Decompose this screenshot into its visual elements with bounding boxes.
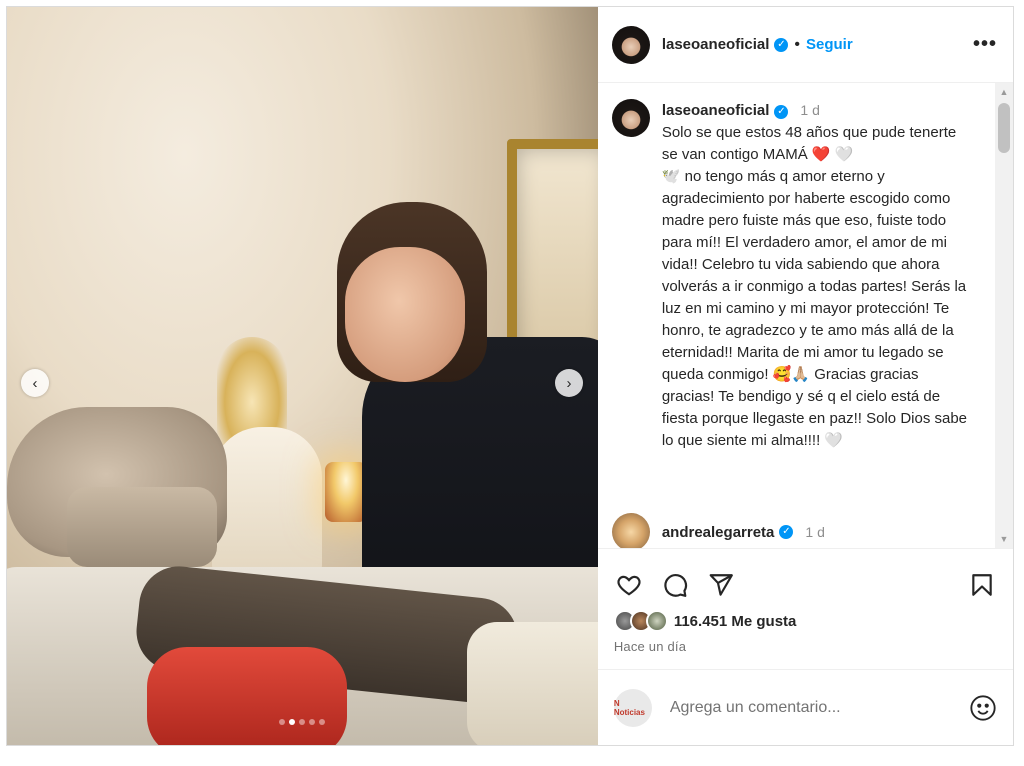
comments-scrollbar[interactable]: ▲ ▼ bbox=[995, 83, 1013, 548]
comment-icon bbox=[664, 574, 687, 597]
action-bar bbox=[598, 549, 1013, 609]
caption-text-part2: 🕊️ no tengo más q amor eterno y agradeci… bbox=[661, 168, 968, 449]
photo-neck-brace bbox=[67, 487, 217, 567]
verified-icon: ✓ bbox=[774, 37, 789, 52]
caption: laseoaneoficial ✓ 1 d Solo se que estos 48… bbox=[598, 83, 1013, 452]
emoji-icon[interactable] bbox=[969, 694, 997, 722]
post-header: laseoaneoficial ✓ • Seguir ••• bbox=[597, 7, 1013, 83]
carousel-dot bbox=[319, 719, 326, 725]
more-options-icon[interactable]: ••• bbox=[973, 33, 997, 56]
white-heart-emoji: 🤍 bbox=[830, 146, 854, 163]
comment-input[interactable] bbox=[669, 698, 940, 717]
verified-icon: ✓ bbox=[779, 525, 794, 539]
red-heart-emoji: ❤️ bbox=[811, 146, 831, 163]
heart-icon bbox=[617, 575, 641, 596]
add-comment-bar: N Noticias bbox=[597, 669, 1013, 745]
likes-count[interactable]: 116.451 Me gusta bbox=[674, 613, 797, 630]
verified-icon: ✓ bbox=[774, 105, 789, 119]
like-button[interactable] bbox=[614, 570, 644, 600]
comment-item: andrealegarreta ✓ 1 d bbox=[598, 513, 853, 548]
caption-timestamp[interactable]: 1 d bbox=[800, 102, 819, 118]
save-button[interactable] bbox=[967, 570, 997, 600]
post-modal: ‹ › laseoaneoficial ✓ • Seguir ••• laseo… bbox=[6, 6, 1014, 746]
photo-red-pillow bbox=[147, 647, 347, 745]
current-user-avatar: N Noticias bbox=[613, 688, 652, 727]
comments-section[interactable]: laseoaneoficial ✓ 1 d Solo se que estos 48… bbox=[597, 83, 1013, 549]
carousel-dot bbox=[309, 719, 316, 725]
comment-button[interactable] bbox=[660, 570, 690, 600]
scroll-down-arrow[interactable]: ▼ bbox=[995, 530, 1013, 548]
scroll-up-arrow[interactable]: ▲ bbox=[995, 83, 1013, 101]
carousel-dot bbox=[299, 719, 306, 725]
likes-row: 116.451 Me gusta bbox=[598, 609, 1013, 633]
photo-candle bbox=[325, 462, 367, 522]
photo-statue bbox=[212, 427, 322, 577]
carousel-indicator bbox=[7, 719, 598, 725]
carousel-prev-button[interactable]: ‹ bbox=[21, 369, 49, 397]
caption-text: Solo se que estos 48 años que pude tener… bbox=[662, 122, 972, 452]
commenter-username[interactable]: andrealegarreta bbox=[662, 524, 775, 541]
follow-button[interactable]: Seguir bbox=[806, 36, 853, 53]
liker-avatar[interactable] bbox=[645, 610, 668, 632]
bookmark-icon bbox=[972, 574, 992, 596]
post-photo[interactable]: ‹ › bbox=[7, 7, 598, 745]
author-username[interactable]: laseoaneoficial bbox=[662, 36, 770, 53]
commenter-avatar[interactable] bbox=[611, 513, 650, 548]
post-date[interactable]: Hace un día bbox=[598, 633, 1013, 654]
post-sidebar: laseoaneoficial ✓ • Seguir ••• laseoaneo… bbox=[597, 7, 1013, 745]
comment-timestamp[interactable]: 1 d bbox=[805, 524, 824, 540]
caption-text-part1: Solo se que estos 48 años que pude tener… bbox=[661, 124, 957, 163]
photo-blanket bbox=[467, 622, 598, 745]
share-button[interactable] bbox=[706, 570, 736, 600]
author-avatar[interactable] bbox=[611, 25, 650, 64]
carousel-dot bbox=[289, 719, 296, 725]
scrollbar-thumb[interactable] bbox=[998, 103, 1010, 153]
share-icon bbox=[709, 574, 733, 596]
carousel-dot bbox=[279, 719, 286, 725]
photo-woman-face bbox=[345, 247, 465, 382]
caption-body: laseoaneoficial ✓ 1 d Solo se que estos 48… bbox=[662, 99, 972, 452]
caption-avatar[interactable] bbox=[611, 99, 650, 137]
caption-username[interactable]: laseoaneoficial bbox=[662, 102, 770, 119]
header-separator: • bbox=[794, 35, 800, 53]
carousel-next-button[interactable]: › bbox=[555, 369, 583, 397]
